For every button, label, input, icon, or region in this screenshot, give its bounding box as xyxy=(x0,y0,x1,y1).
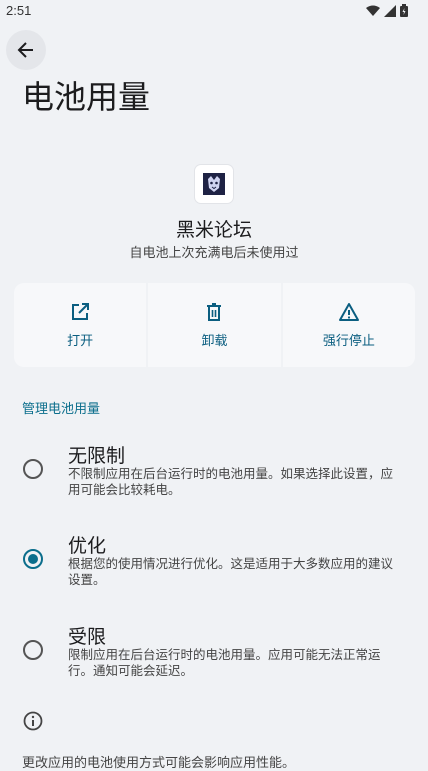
trash-icon xyxy=(207,302,222,321)
radio-optimized[interactable] xyxy=(23,549,43,569)
manage-battery-header: 管理电池用量 xyxy=(22,402,101,417)
warning-icon xyxy=(338,302,359,321)
force-stop-label: 强行停止 xyxy=(322,333,375,349)
info-icon xyxy=(23,711,43,731)
open-label: 打开 xyxy=(67,333,94,349)
arrow-back-icon xyxy=(17,42,33,58)
option-unrestricted[interactable]: 无限制 不限制应用在后台运行时的电池用量。如果选择此设置，应用可能会比较耗电。 xyxy=(0,436,428,516)
radio-unrestricted[interactable] xyxy=(23,459,43,479)
radio-restricted[interactable] xyxy=(23,640,43,660)
app-icon xyxy=(195,165,233,203)
battery-icon xyxy=(400,4,408,17)
option-title: 无限制 xyxy=(68,445,126,467)
force-stop-button[interactable]: 强行停止 xyxy=(282,283,415,367)
status-time: 2:51 xyxy=(6,3,32,18)
app-logo-icon xyxy=(203,173,225,195)
status-bar: 2:51 xyxy=(0,0,428,24)
action-bar: 打开 卸载 强行停止 xyxy=(14,283,415,367)
status-icons xyxy=(366,4,408,17)
option-title: 受限 xyxy=(68,626,107,648)
wifi-icon xyxy=(366,5,380,16)
open-button[interactable]: 打开 xyxy=(14,283,147,367)
option-description: 根据您的使用情况进行优化。这是适用于大多数应用的建议设置。 xyxy=(68,556,394,587)
uninstall-label: 卸载 xyxy=(201,333,228,349)
option-restricted[interactable]: 受限 限制应用在后台运行时的电池用量。应用可能无法正常运行。通知可能会延迟。 xyxy=(0,618,428,698)
back-button[interactable] xyxy=(6,30,46,70)
open-external-icon xyxy=(72,302,90,320)
option-description: 不限制应用在后台运行时的电池用量。如果选择此设置，应用可能会比较耗电。 xyxy=(68,466,394,497)
signal-icon xyxy=(384,4,396,17)
app-usage-summary: 自电池上次充满电后未使用过 xyxy=(129,246,299,261)
option-optimized[interactable]: 优化 根据您的使用情况进行优化。这是适用于大多数应用的建议设置。 xyxy=(0,527,428,607)
app-name: 黑米论坛 xyxy=(175,219,252,241)
page-title: 电池用量 xyxy=(22,78,151,116)
option-title: 优化 xyxy=(68,535,107,557)
option-description: 限制应用在后台运行时的电池用量。应用可能无法正常运行。通知可能会延迟。 xyxy=(68,647,381,678)
uninstall-button[interactable]: 卸载 xyxy=(148,283,281,367)
